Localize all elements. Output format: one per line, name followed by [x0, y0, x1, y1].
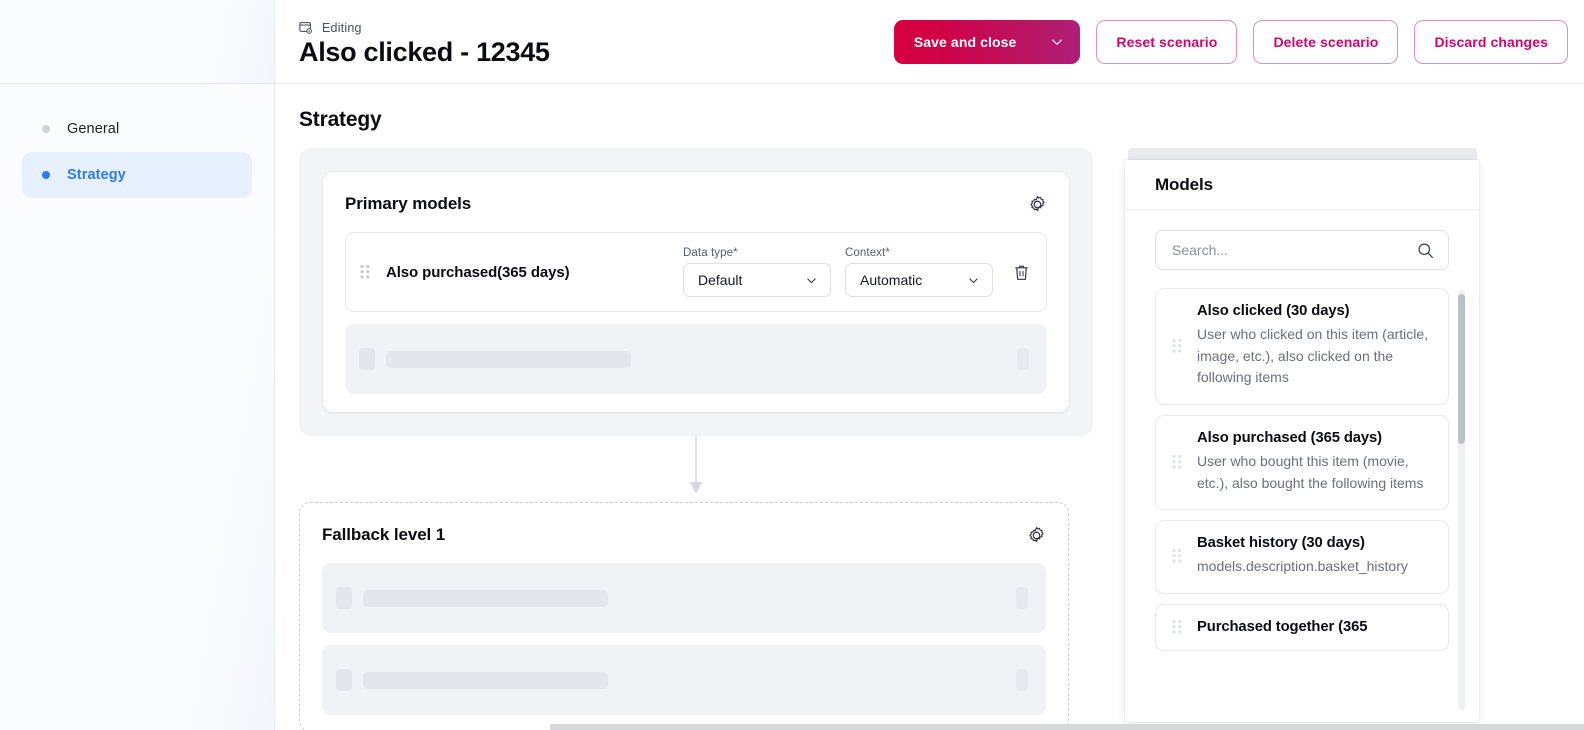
- sidebar-nav: General Strategy: [0, 84, 274, 198]
- models-panel-wrap: Models: [1125, 148, 1479, 722]
- placeholder-handle: [336, 669, 352, 691]
- model-description: User who clicked on this item (article, …: [1197, 324, 1432, 389]
- bullet-icon: [42, 125, 50, 133]
- context-select[interactable]: Automatic: [845, 263, 993, 297]
- editing-label: Editing: [322, 21, 362, 35]
- placeholder-end: [1016, 669, 1028, 691]
- browser-preview-icon: [299, 21, 313, 35]
- fallback-level-1-card: Fallback level 1: [299, 502, 1069, 730]
- sidebar-item-label: Strategy: [67, 167, 126, 183]
- list-item[interactable]: Purchased together (365: [1155, 604, 1449, 651]
- data-type-value: Default: [698, 272, 742, 288]
- placeholder-bar: [363, 590, 608, 607]
- placeholder-row: [322, 563, 1046, 633]
- sidebar-header-spacer: [0, 0, 274, 84]
- models-search[interactable]: [1155, 230, 1449, 270]
- drag-handle-icon[interactable]: [1172, 549, 1183, 564]
- sidebar: General Strategy: [0, 0, 275, 730]
- placeholder-left: [359, 348, 631, 370]
- placeholder-bar: [386, 351, 631, 368]
- app-root: General Strategy Editing: [0, 0, 1584, 730]
- content-area: Editing Also clicked - 12345 Save and cl…: [275, 0, 1584, 730]
- drag-handle-icon[interactable]: [1172, 620, 1183, 635]
- drag-handle-icon[interactable]: [1172, 339, 1183, 354]
- placeholder-handle: [336, 587, 352, 609]
- placeholder-end: [1016, 587, 1028, 609]
- horizontal-scrollbar[interactable]: [550, 724, 1584, 730]
- gear-icon[interactable]: [1028, 195, 1047, 214]
- context-field: Context* Automatic: [845, 247, 993, 297]
- search-icon[interactable]: [1417, 242, 1434, 259]
- down-arrow-connector: [688, 436, 704, 498]
- primary-models-title: Primary models: [345, 194, 471, 214]
- model-title: Purchased together (365: [1197, 619, 1432, 635]
- models-panel: Models: [1125, 160, 1479, 722]
- page-title: Also clicked - 12345: [299, 37, 550, 68]
- models-panel-header: Models: [1125, 160, 1479, 210]
- models-scrollbar-thumb[interactable]: [1458, 294, 1465, 444]
- list-item-body: Purchased together (365: [1197, 619, 1432, 635]
- placeholder-end: [1017, 348, 1029, 370]
- sidebar-item-general[interactable]: General: [22, 106, 252, 152]
- chevron-down-icon: [967, 274, 980, 287]
- data-type-label: Data type*: [683, 247, 831, 259]
- models-panel-column: Models: [1093, 148, 1584, 722]
- context-value: Automatic: [860, 272, 922, 288]
- list-item[interactable]: Basket history (30 days) models.descript…: [1155, 520, 1449, 594]
- model-name: Also purchased(365 days): [386, 264, 669, 281]
- primary-model-row[interactable]: Also purchased(365 days) Data type* Defa…: [345, 232, 1047, 312]
- fallback-title: Fallback level 1: [322, 525, 445, 545]
- topbar: Editing Also clicked - 12345 Save and cl…: [275, 0, 1584, 84]
- data-type-field: Data type* Default: [683, 247, 831, 297]
- drag-handle-icon[interactable]: [1172, 455, 1183, 470]
- strategy-builder: Primary models: [275, 148, 1093, 498]
- primary-models-card: Primary models: [323, 172, 1069, 412]
- gear-icon[interactable]: [1027, 526, 1046, 545]
- header-actions: Save and close Reset scenario Delete sce…: [894, 18, 1568, 64]
- panel-top-strip: [1128, 148, 1477, 160]
- breadcrumb: Editing: [299, 21, 550, 35]
- models-list: Also clicked (30 days) User who clicked …: [1155, 288, 1449, 651]
- model-title: Also purchased (365 days): [1197, 430, 1432, 446]
- section-title: Strategy: [275, 108, 1584, 132]
- drag-handle-icon[interactable]: [360, 265, 371, 280]
- sidebar-item-strategy[interactable]: Strategy: [22, 152, 252, 198]
- model-description: models.description.basket_history: [1197, 556, 1432, 578]
- page-body: Strategy Primary models: [275, 84, 1584, 730]
- placeholder-left: [336, 587, 608, 609]
- list-item[interactable]: Also purchased (365 days) User who bough…: [1155, 415, 1449, 510]
- bullet-icon: [42, 171, 50, 179]
- group-connector: [299, 436, 1093, 498]
- context-label: Context*: [845, 247, 993, 259]
- data-type-select[interactable]: Default: [683, 263, 831, 297]
- delete-scenario-button[interactable]: Delete scenario: [1253, 20, 1398, 64]
- title-block: Editing Also clicked - 12345: [299, 18, 550, 68]
- list-item-body: Also clicked (30 days) User who clicked …: [1197, 303, 1432, 389]
- list-item[interactable]: Also clicked (30 days) User who clicked …: [1155, 288, 1449, 405]
- chevron-down-icon: [1050, 35, 1064, 49]
- models-panel-title: Models: [1155, 175, 1213, 195]
- list-item-body: Basket history (30 days) models.descript…: [1197, 535, 1432, 578]
- primary-models-group: Primary models: [299, 148, 1093, 436]
- placeholder-left: [336, 669, 608, 691]
- save-and-close-label: Save and close: [914, 34, 1017, 50]
- trash-icon[interactable]: [1013, 263, 1030, 282]
- placeholder-handle: [359, 348, 375, 370]
- search-input[interactable]: [1172, 242, 1382, 258]
- models-panel-body: Also clicked (30 days) User who clicked …: [1125, 210, 1479, 722]
- placeholder-bar: [363, 672, 608, 689]
- sidebar-item-label: General: [67, 121, 119, 137]
- discard-changes-button[interactable]: Discard changes: [1414, 20, 1568, 64]
- chevron-down-icon: [805, 274, 818, 287]
- model-description: User who bought this item (movie, etc.),…: [1197, 451, 1432, 494]
- save-and-close-button[interactable]: Save and close: [894, 20, 1081, 64]
- placeholder-row: [345, 324, 1047, 394]
- placeholder-row: [322, 645, 1046, 715]
- list-item-body: Also purchased (365 days) User who bough…: [1197, 430, 1432, 494]
- reset-scenario-button[interactable]: Reset scenario: [1096, 20, 1237, 64]
- model-title: Basket history (30 days): [1197, 535, 1432, 551]
- model-title: Also clicked (30 days): [1197, 303, 1432, 319]
- fallback-header: Fallback level 1: [322, 525, 1046, 545]
- primary-models-header: Primary models: [345, 194, 1047, 214]
